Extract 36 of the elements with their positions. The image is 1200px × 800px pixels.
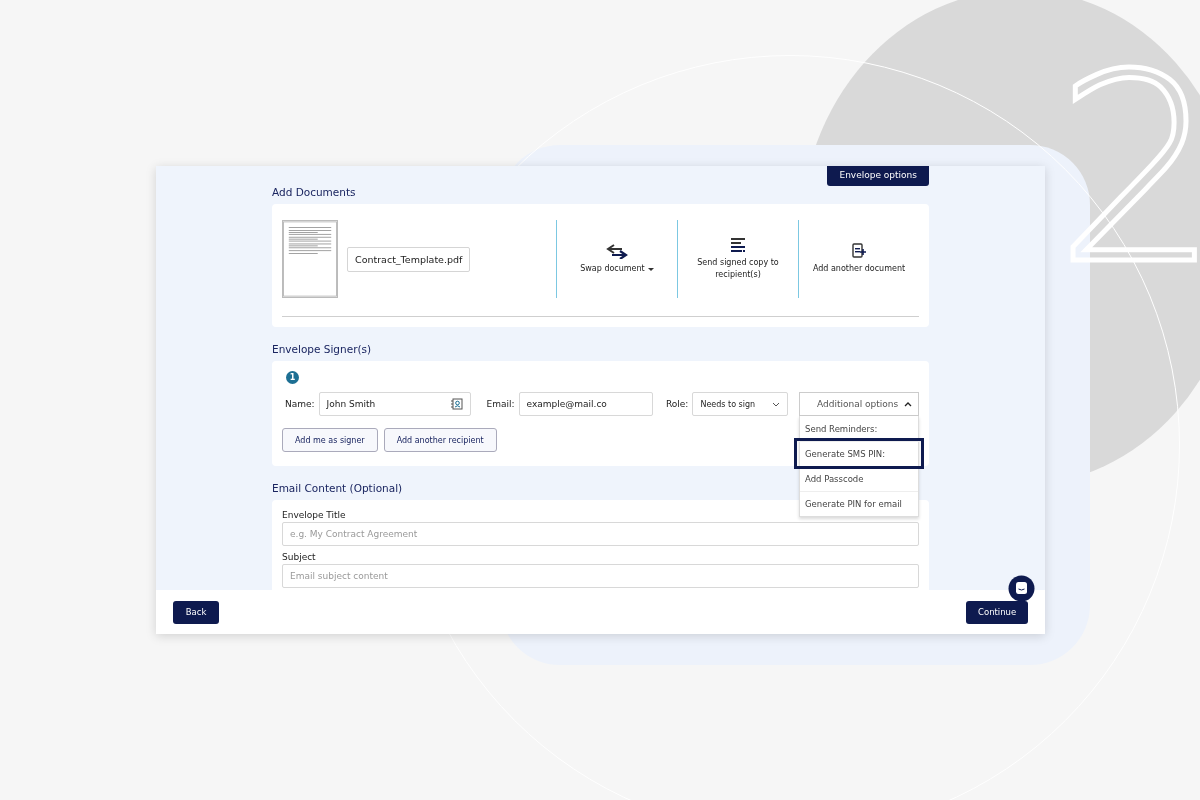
caret-icon: [647, 267, 654, 271]
field-label: Role:: [665, 399, 689, 409]
field-label: Email:: [486, 399, 515, 409]
document-action[interactable]: Swap document: [570, 263, 664, 275]
text-field[interactable]: e.g. My Contract Agreement: [282, 522, 919, 546]
menu-item[interactable]: Generate PIN for email: [800, 491, 918, 516]
signer-button[interactable]: Add me as signer: [282, 428, 378, 452]
field-label: Envelope Title: [282, 510, 347, 520]
name-field[interactable]: John Smith: [318, 392, 471, 416]
section-title: Email Content (Optional): [272, 482, 404, 494]
menu-item[interactable]: Add Passcode: [800, 466, 918, 491]
field-label: Subject: [282, 552, 317, 562]
continue-button[interactable]: Continue: [966, 600, 1028, 624]
file-name-field: Contract_Template.pdf: [347, 246, 471, 272]
text-field[interactable]: Email subject content: [282, 564, 919, 588]
email-field[interactable]: example@mail.co: [518, 392, 653, 416]
menu-item[interactable]: Send Reminders:: [800, 416, 918, 441]
document-action[interactable]: Add another document: [802, 263, 916, 275]
section-title: Add Documents: [272, 186, 357, 198]
signer-button[interactable]: Add another recipient: [383, 428, 497, 452]
section-title: Envelope Signer(s): [272, 343, 373, 355]
field-label: Name:: [285, 399, 315, 409]
chevron-down-icon: [772, 401, 780, 407]
chat-icon[interactable]: [1008, 575, 1035, 602]
additional-options-select[interactable]: Additional options: [799, 392, 919, 416]
lines-icon: [730, 237, 746, 254]
back-button[interactable]: Back: [173, 600, 219, 624]
document-plus-icon: [852, 243, 866, 260]
chevron-up-icon: [904, 401, 912, 407]
number-badge: 1: [286, 371, 299, 384]
role-select[interactable]: Needs to sign: [692, 392, 788, 416]
envelope-options-button[interactable]: Envelope options: [827, 166, 929, 186]
contact-card-icon: [449, 398, 463, 410]
document-action[interactable]: Send signed copy to recipient(s): [678, 257, 798, 281]
menu-item[interactable]: Generate SMS PIN:: [797, 441, 921, 466]
swap-arrows-icon: [605, 243, 629, 260]
